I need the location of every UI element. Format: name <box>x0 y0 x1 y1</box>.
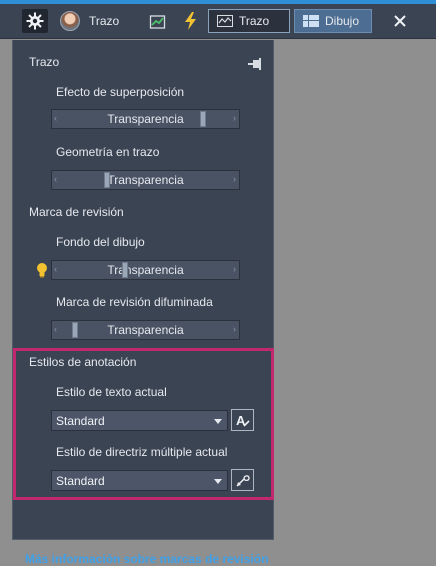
avatar[interactable] <box>60 11 80 31</box>
slider-left-arrow-icon[interactable]: ‹ <box>54 113 57 123</box>
section-title-marca-revision: Marca de revisión <box>29 205 124 219</box>
top-toolbar: Trazo Trazo Dibujo <box>0 4 436 39</box>
slider-text: Transparencia <box>107 263 184 277</box>
slider-thumb[interactable] <box>104 172 110 188</box>
lightning-icon[interactable] <box>182 11 200 31</box>
slider-thumb[interactable] <box>72 322 78 338</box>
slider-text: Transparencia <box>107 323 184 337</box>
drawing-grid-icon <box>303 15 319 27</box>
slider-thumb[interactable] <box>200 111 206 127</box>
slider-efecto-superposicion[interactable]: ‹ Transparencia › <box>51 109 240 129</box>
slider-marca-revision-difuminada[interactable]: ‹ Transparencia › <box>51 320 240 340</box>
slider-left-arrow-icon[interactable]: ‹ <box>54 324 57 334</box>
label-efecto-superposicion: Efecto de superposición <box>56 85 185 99</box>
section-title-trazo: Trazo <box>29 55 60 69</box>
slider-geometria-trazo[interactable]: ‹ Transparencia › <box>51 170 240 190</box>
slider-right-arrow-icon[interactable]: › <box>233 264 236 274</box>
slider-right-arrow-icon[interactable]: › <box>233 174 236 184</box>
pin-icon[interactable] <box>247 58 263 70</box>
label-geometria-trazo: Geometría en trazo <box>56 145 160 159</box>
annotation-styles-highlight <box>13 348 274 500</box>
slider-left-arrow-icon[interactable]: ‹ <box>54 174 57 184</box>
chart-check-icon[interactable] <box>149 13 167 31</box>
slider-left-arrow-icon[interactable]: ‹ <box>54 264 57 274</box>
dibujo-mode-button[interactable]: Dibujo <box>294 9 372 33</box>
close-icon[interactable] <box>391 12 409 30</box>
gear-icon[interactable] <box>22 9 48 33</box>
trazo-button-label: Trazo <box>239 14 270 28</box>
lightbulb-icon <box>37 263 47 278</box>
slider-right-arrow-icon[interactable]: › <box>233 113 236 123</box>
user-name: Trazo <box>89 14 120 28</box>
slider-text: Transparencia <box>107 173 184 187</box>
slider-right-arrow-icon[interactable]: › <box>233 324 236 334</box>
label-marca-revision-difuminada: Marca de revisión difuminada <box>56 295 213 309</box>
slider-thumb[interactable] <box>122 262 128 278</box>
dibujo-button-label: Dibujo <box>325 14 360 28</box>
trace-icon <box>217 15 233 27</box>
label-fondo-dibujo: Fondo del dibujo <box>56 235 145 249</box>
trazo-mode-button[interactable]: Trazo <box>208 9 290 33</box>
slider-text: Transparencia <box>107 112 184 126</box>
slider-fondo-dibujo[interactable]: ‹ Transparencia › <box>51 260 240 280</box>
learn-more-link[interactable]: Más información sobre marcas de revisión <box>25 552 268 566</box>
